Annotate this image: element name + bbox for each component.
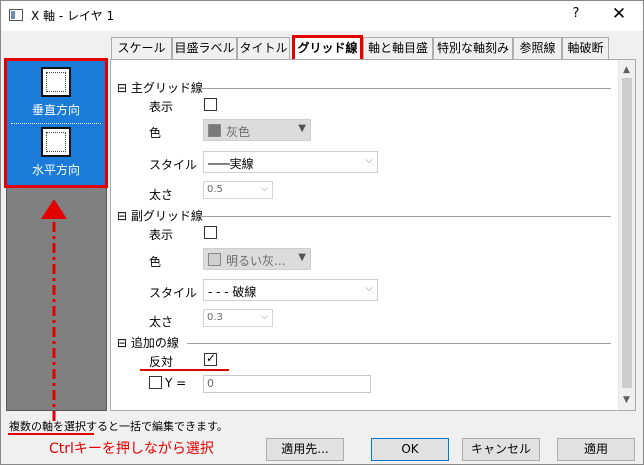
window-title: X 軸 - レイヤ 1 [31, 9, 115, 23]
minor-show-label: 表示 [149, 228, 174, 242]
major-color-select[interactable]: 灰色 ▼ [203, 119, 311, 141]
tab-special-ticks[interactable]: 特別な軸刻み [433, 37, 513, 59]
help-button[interactable]: ? [569, 6, 583, 21]
axis-item-label: 水平方向 [31, 163, 80, 177]
color-swatch [208, 253, 221, 266]
y-value-checkbox[interactable] [149, 376, 162, 389]
chevron-down-icon: ▼ [298, 123, 306, 134]
combo-value: - - - 破線 [208, 285, 257, 299]
tab-reference-lines[interactable]: 参照線 [513, 37, 562, 59]
major-color-label: 色 [149, 126, 162, 140]
grid-lines-panel: ⊟ 主グリッド線 表示 色 灰色 ▼ スタイル ───実線 ⌵ 太さ 0.5 ⌵… [110, 59, 636, 411]
collapse-icon: ⊟ [117, 81, 128, 95]
divider [199, 88, 611, 89]
tab-axis-ticks[interactable]: 軸と軸目盛 [363, 37, 433, 59]
minor-color-label: 色 [149, 255, 162, 269]
divider [199, 216, 611, 217]
chevron-down-icon: ▼ [298, 252, 306, 263]
combo-value: 0.5 [207, 184, 223, 195]
vertical-axis-icon [41, 67, 71, 97]
scroll-up-icon[interactable]: ▲ [623, 65, 630, 75]
tab-grid-lines[interactable]: グリッド線 [292, 35, 363, 60]
hint-text: 複数の軸を選択すると一括で編集できます。 [9, 420, 228, 433]
tab-axis-break[interactable]: 軸破断 [562, 37, 609, 59]
tab-scale[interactable]: スケール [111, 37, 172, 59]
group-title: 副グリッド線 [130, 209, 203, 223]
title-bar: X 軸 - レイヤ 1 ? ✕ [1, 1, 643, 31]
y-value-label: Y = [165, 376, 187, 390]
y-value-input[interactable]: 0 [203, 375, 371, 393]
combo-value: 0.3 [207, 312, 223, 323]
highlight-underline [140, 369, 229, 371]
major-show-checkbox[interactable] [204, 98, 217, 111]
vertical-scrollbar[interactable]: ▲ ▼ [618, 60, 635, 410]
divider [187, 343, 611, 344]
close-button[interactable]: ✕ [610, 4, 628, 24]
tab-tick-labels[interactable]: 目盛ラベル [172, 37, 237, 59]
extra-lines-group-header[interactable]: ⊟ 追加の線 [117, 334, 179, 351]
ok-button[interactable]: OK [371, 438, 449, 461]
horizontal-axis-icon [41, 127, 71, 157]
color-swatch [208, 124, 221, 137]
combo-value: 明るい灰... [226, 254, 286, 268]
combo-value: 灰色 [226, 125, 251, 139]
axis-item-vertical[interactable]: 垂直方向 [7, 61, 105, 123]
tab-title[interactable]: タイトル [237, 37, 290, 59]
axis-selection-list: 垂直方向 水平方向 [4, 58, 108, 188]
app-icon [9, 9, 23, 21]
dialog-window: X 軸 - レイヤ 1 ? ✕ 垂直方向 水平方向 スケール 目盛ラベル タイト… [0, 0, 644, 465]
major-grid-group-header[interactable]: ⊟ 主グリッド線 [117, 79, 203, 96]
apply-button[interactable]: 適用 [557, 438, 635, 461]
collapse-icon: ⊟ [117, 209, 128, 223]
highlight-underline [8, 433, 94, 435]
opposite-checkbox[interactable] [204, 351, 217, 366]
axis-item-horizontal[interactable]: 水平方向 [7, 123, 105, 185]
chevron-down-icon: ⌵ [261, 184, 268, 194]
apply-to-button[interactable]: 適用先... [266, 438, 344, 461]
chevron-down-icon: ⌵ [365, 283, 373, 294]
major-style-select[interactable]: ───実線 ⌵ [203, 151, 378, 173]
chevron-down-icon: ⌵ [261, 312, 268, 322]
minor-show-checkbox[interactable] [204, 226, 217, 239]
minor-style-label: スタイル [149, 286, 198, 300]
collapse-icon: ⊟ [117, 336, 128, 350]
scroll-thumb[interactable] [622, 78, 632, 388]
chevron-down-icon: ⌵ [365, 155, 373, 166]
major-style-label: スタイル [149, 158, 198, 172]
minor-thickness-label: 太さ [149, 315, 174, 329]
minor-color-select[interactable]: 明るい灰... ▼ [203, 248, 311, 270]
major-show-label: 表示 [149, 100, 174, 114]
group-title: 主グリッド線 [130, 81, 203, 95]
group-title: 追加の線 [130, 336, 179, 350]
major-thickness-label: 太さ [149, 188, 174, 202]
opposite-label: 反対 [149, 355, 174, 369]
minor-style-select[interactable]: - - - 破線 ⌵ [203, 279, 378, 301]
cancel-button[interactable]: キャンセル [462, 438, 540, 461]
scroll-down-icon[interactable]: ▼ [623, 395, 630, 405]
major-thickness-select[interactable]: 0.5 ⌵ [203, 181, 273, 199]
combo-value: ───実線 [208, 157, 254, 171]
ctrl-annotation: Ctrlキーを押しながら選択 [49, 441, 214, 457]
axis-item-label: 垂直方向 [31, 103, 80, 117]
minor-grid-group-header[interactable]: ⊟ 副グリッド線 [117, 207, 203, 224]
minor-thickness-select[interactable]: 0.3 ⌵ [203, 309, 273, 327]
